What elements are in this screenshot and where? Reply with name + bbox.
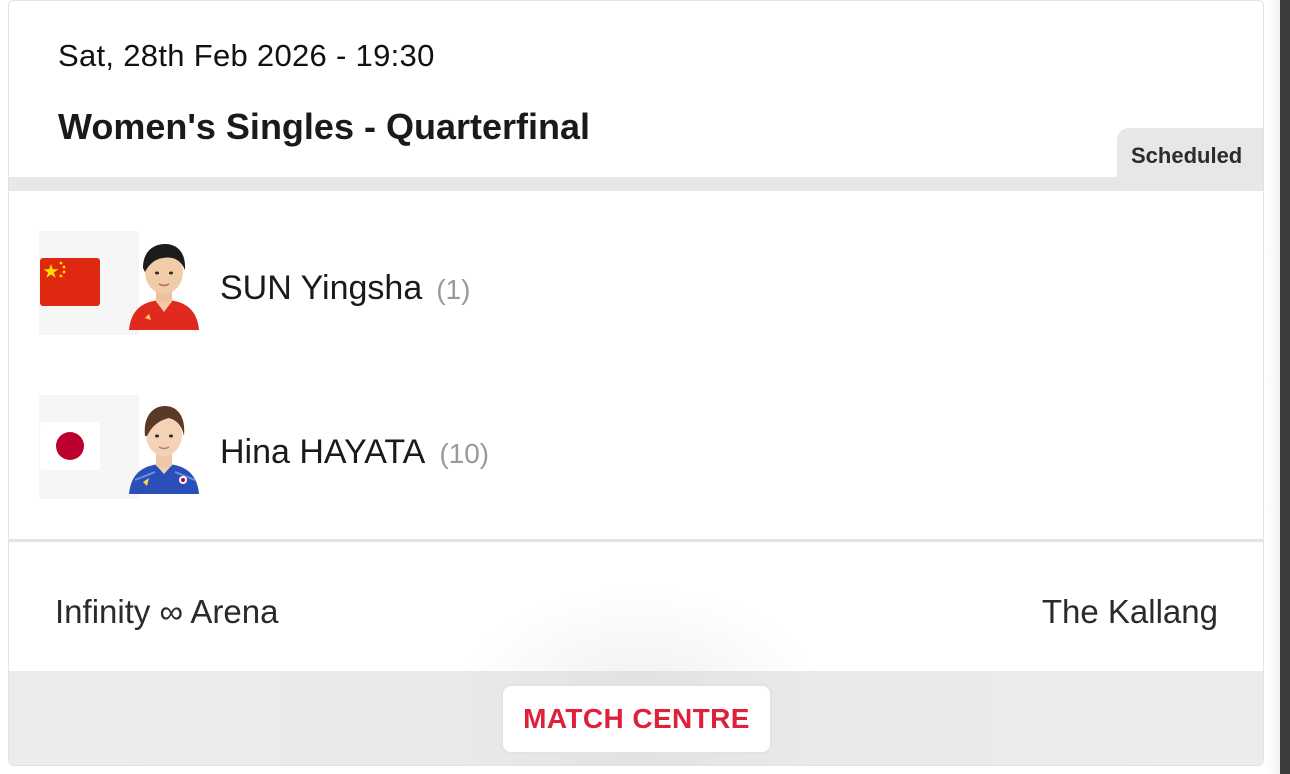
venue-city: The Kallang bbox=[1041, 593, 1218, 630]
player-name[interactable]: SUN Yingsha bbox=[220, 269, 422, 307]
player-name-line: SUN Yingsha (1) bbox=[220, 268, 470, 310]
match-card-header: Sat, 28th Feb 2026 - 19:30 Women's Singl… bbox=[9, 1, 1263, 177]
page: Sat, 28th Feb 2026 - 19:30 Women's Singl… bbox=[0, 0, 1290, 774]
card-footer: MATCH CENTRE bbox=[9, 671, 1263, 765]
match-datetime: Sat, 28th Feb 2026 - 19:30 bbox=[58, 38, 435, 73]
status-badge: Scheduled bbox=[1117, 128, 1263, 177]
match-card: Sat, 28th Feb 2026 - 19:30 Women's Singl… bbox=[8, 0, 1264, 766]
player-seed: (10) bbox=[439, 438, 490, 469]
match-title: Women's Singles - Quarterfinal bbox=[58, 106, 591, 147]
player-avatar bbox=[125, 238, 203, 330]
player-name-line: Hina HAYATA (10) bbox=[220, 432, 489, 474]
player-row[interactable]: Hina HAYATA (10) bbox=[39, 395, 1219, 499]
china-flag-icon bbox=[40, 258, 100, 306]
flag-container bbox=[39, 231, 139, 335]
players-section: SUN Yingsha (1) Hina HAYATA (10) bbox=[9, 191, 1263, 539]
player-name[interactable]: Hina HAYATA bbox=[220, 433, 425, 471]
venue-row: Infinity ∞ Arena The Kallang bbox=[9, 542, 1263, 671]
japan-flag-icon bbox=[40, 422, 100, 470]
flag-container bbox=[39, 395, 139, 499]
scrollbar-track[interactable] bbox=[1280, 0, 1290, 774]
header-divider bbox=[9, 177, 1263, 191]
page-edge-shadow bbox=[1266, 0, 1280, 774]
venue-name: Infinity ∞ Arena bbox=[55, 593, 279, 630]
player-seed: (1) bbox=[436, 274, 471, 305]
match-centre-button[interactable]: MATCH CENTRE bbox=[501, 684, 772, 754]
player-row[interactable]: SUN Yingsha (1) bbox=[39, 231, 1219, 335]
player-avatar bbox=[125, 402, 203, 494]
